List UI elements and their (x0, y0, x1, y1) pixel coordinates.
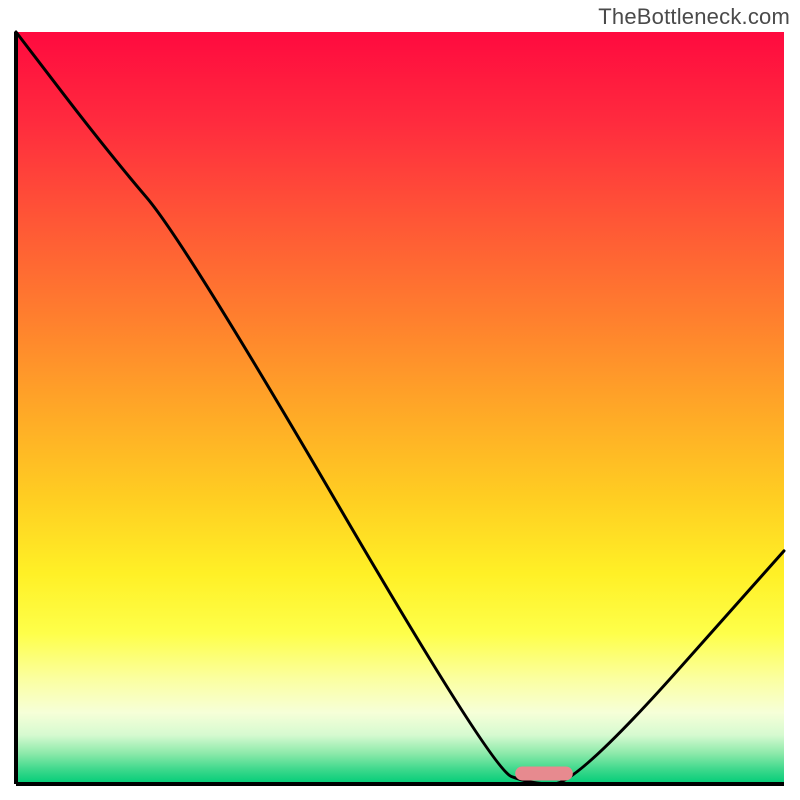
optimal-marker (515, 766, 573, 780)
chart-svg (0, 0, 800, 800)
plot-background (16, 32, 784, 784)
chart-container: TheBottleneck.com (0, 0, 800, 800)
